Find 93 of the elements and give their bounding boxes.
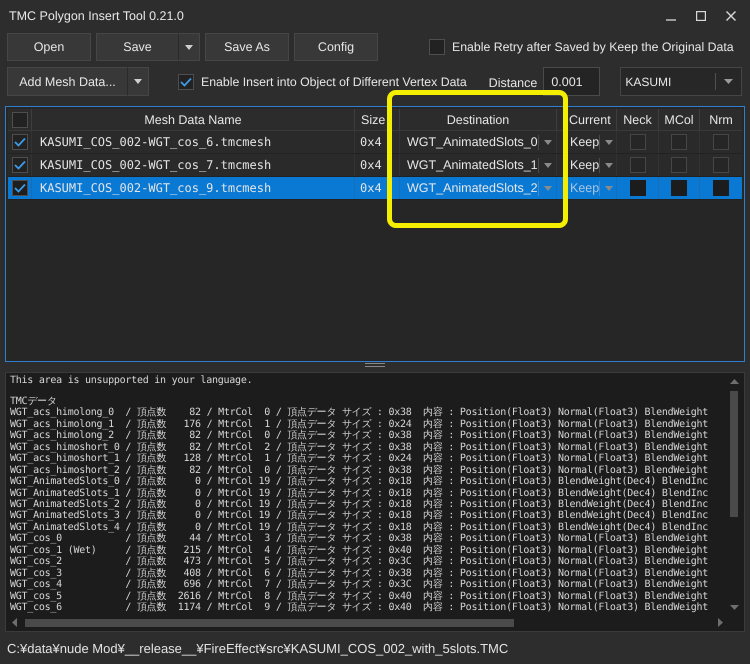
caret-icon [605, 162, 614, 168]
log-line: WGT_acs_himoshort_0 / 頂点数 82 / MtrCol 2 / 頂点データ サイズ : 0x38 内容 : Position(Float3) Normal(Float3) BlendWeight [10, 442, 708, 454]
scrollbar-thumb[interactable] [730, 391, 738, 517]
checkbox[interactable] [671, 134, 687, 150]
checkbox[interactable] [12, 112, 28, 128]
table-cell: 0x4 [360, 181, 382, 195]
close-icon[interactable] [726, 11, 736, 21]
toolbar-button[interactable]: Open [7, 33, 91, 61]
log-line: WGT_cos_4 / 頂点数 696 / MtrCol 7 / 頂点データ サイズ : 0x3C 内容 : Position(Float3) Normal(Float3) BlendWeight [10, 579, 708, 590]
log-line: WGT_cos_1 (Wet) / 頂点数 215 / MtrCol 4 / 頂点データ サイズ : 0x40 内容 : Position(Float3) Normal(Float3) BlendWeight [10, 544, 708, 556]
caret-icon [544, 140, 552, 144]
caret-icon [605, 186, 614, 190]
window-title: TMC Polygon Insert Tool 0.21.0 [9, 9, 184, 23]
log-line: WGT_AnimatedSlots_3 / 頂点数 0 / MtrCol 19 / 頂点データ サイズ : 0x18 内容 : Position(Float3) BlendWeight(Dec4) BlendInc [10, 510, 708, 522]
checkbox[interactable] [12, 180, 28, 196]
scroll-up-icon[interactable] [730, 379, 738, 384]
current-dropdown[interactable]: Keep [557, 154, 618, 176]
log-line: WGT_cos_3 / 頂点数 408 / MtrCol 6 / 頂点データ サイズ : 0x38 内容 : Position(Float3) Normal(Float3) BlendWeight [10, 568, 708, 579]
column-header[interactable]: Size [361, 112, 386, 126]
log-line: WGT_AnimatedSlots_0 / 頂点数 0 / MtrCol 19 / 頂点データ サイズ : 0x18 内容 : Position(Float3) BlendWeight(Dec4) BlendInc [10, 476, 708, 488]
caret-icon [544, 162, 552, 168]
caret-icon [185, 44, 193, 50]
checkbox[interactable] [630, 180, 646, 196]
checkmark-icon [14, 183, 26, 193]
log-line: WGT_acs_himolong_0 / 頂点数 82 / MtrCol 0 / 頂点データ サイズ : 0x38 内容 : Position(Float3) Normal(Float3) BlendWeight [10, 407, 708, 418]
dropdown-button[interactable] [178, 33, 200, 61]
checkbox[interactable] [429, 39, 445, 55]
log-line: WGT_acs_himolong_2 / 頂点数 82 / MtrCol 0 / 頂点データ サイズ : 0x38 内容 : Position(Float3) Normal(Float3) BlendWeight [10, 430, 708, 442]
checkbox[interactable] [713, 134, 729, 150]
column-header[interactable]: Neck [623, 112, 652, 126]
checkbox[interactable] [630, 157, 646, 173]
status-path: C:¥data¥nude Mod¥__release__¥FireEffect¥src¥KASUMI_COS_002_with_5slots.TMC [7, 640, 508, 656]
checkbox[interactable] [12, 134, 28, 150]
destination-dropdown[interactable]: WGT_AnimatedSlots_1 [400, 154, 557, 176]
log-line: WGT_cos_0 / 頂点数 44 / MtrCol 3 / 頂点データ サイズ : 0x38 内容 : Position(Float3) Normal(Float3) BlendWeight [10, 533, 708, 544]
table-row[interactable]: KASUMI_COS_002-WGT_cos_9.tmcmesh 0x4 WGT_AnimatedSlots_2 Keep [8, 177, 742, 200]
log-line: WGT_AnimatedSlots_4 / 頂点数 0 / MtrCol 19 / 頂点データ サイズ : 0x18 内容 : Position(Float3) BlendWeight(Dec4) BlendInc [10, 522, 708, 534]
log-line: WGT_acs_himoshort_2 / 頂点数 82 / MtrCol 0 / 頂点データ サイズ : 0x38 内容 : Position(Float3) Normal(Float3) BlendWeight [10, 464, 708, 476]
table-cell: KASUMI_COS_002-WGT_cos_9.tmcmesh [40, 181, 272, 195]
table-cell: 0x4 [360, 135, 382, 149]
column-header[interactable]: Destination [446, 112, 510, 126]
minimize-icon[interactable] [666, 19, 676, 21]
column-header[interactable]: MCol [664, 112, 694, 126]
checkbox[interactable] [713, 180, 729, 196]
caret-icon [605, 140, 614, 144]
splitter-grip-icon[interactable] [365, 363, 385, 367]
caret-icon [544, 186, 552, 190]
checkmark-icon [14, 137, 26, 147]
log-line: WGT_AnimatedSlots_2 / 頂点数 0 / MtrCol 19 / 頂点データ サイズ : 0x18 内容 : Position(Float3) BlendWeight(Dec4) BlendInc [10, 499, 708, 510]
log-heading: TMCデータ [10, 396, 57, 407]
dropdown-button[interactable] [127, 67, 149, 96]
checkbox[interactable] [178, 74, 194, 90]
scroll-left-icon[interactable] [12, 618, 17, 627]
scrollbar-thumb[interactable] [25, 618, 514, 626]
checkmark-icon [14, 160, 26, 170]
checkbox[interactable] [713, 157, 729, 173]
distance-field[interactable]: 0.001 [543, 67, 600, 96]
checkmark-icon [180, 76, 192, 86]
checkbox-label[interactable]: Enable Insert into Object of Different Vertex Data [201, 74, 467, 88]
log-line: WGT_cos_5 / 頂点数 2616 / MtrCol 8 / 頂点データ サイズ : 0x40 内容 : Position(Float3) Normal(Float3) BlendWeight [10, 590, 708, 602]
caret-icon [724, 79, 734, 84]
distance-label: Distance [488, 76, 538, 90]
column-header[interactable]: Nrm [709, 112, 733, 126]
current-dropdown[interactable]: Keep [557, 131, 618, 153]
table-row[interactable]: KASUMI_COS_002-WGT_cos_7.tmcmesh 0x4 WGT_AnimatedSlots_1 Keep [8, 154, 742, 177]
toolbar-button[interactable]: Save [96, 33, 178, 61]
checkbox[interactable] [671, 157, 687, 173]
checkbox[interactable] [12, 157, 28, 173]
checkbox[interactable] [671, 180, 687, 196]
checkbox-label[interactable]: Enable Retry after Saved by Keep the Original Data [452, 40, 734, 54]
destination-dropdown[interactable]: WGT_AnimatedSlots_0 [400, 131, 557, 153]
column-header[interactable]: Current [569, 112, 611, 126]
caret-icon [134, 79, 142, 84]
log-line: WGT_cos_6 / 頂点数 1174 / MtrCol 9 / 頂点データ サイズ : 0x40 内容 : Position(Float3) Normal(Float3) BlendWeight [10, 602, 708, 614]
checkbox[interactable] [630, 134, 646, 150]
log-line: WGT_cos_2 / 頂点数 473 / MtrCol 5 / 頂点データ サイズ : 0x3C 内容 : Position(Float3) Normal(Float3) BlendWeight [10, 556, 708, 568]
log-line: WGT_acs_himoshort_1 / 頂点数 128 / MtrCol 1 / 頂点データ サイズ : 0x24 内容 : Position(Float3) Normal(Float3) BlendWeight [10, 453, 708, 464]
log-line: WGT_AnimatedSlots_1 / 頂点数 0 / MtrCol 19 / 頂点データ サイズ : 0x18 内容 : Position(Float3) BlendWeight(Dec4) BlendInc [10, 488, 708, 499]
log-line: WGT_acs_himolong_1 / 頂点数 176 / MtrCol 1 / 頂点データ サイズ : 0x24 内容 : Position(Float3) Normal(Float3) BlendWeight [10, 418, 708, 430]
add-mesh-button[interactable]: Add Mesh Data... [7, 67, 127, 96]
table-row[interactable]: KASUMI_COS_002-WGT_cos_6.tmcmesh 0x4 WGT_AnimatedSlots_0 Keep [8, 131, 742, 154]
column-header[interactable]: Mesh Data Name [144, 112, 242, 126]
toolbar-button[interactable]: Save As [205, 33, 289, 61]
table-cell: 0x4 [360, 158, 382, 172]
destination-dropdown[interactable]: WGT_AnimatedSlots_2 [400, 177, 557, 199]
toolbar-button[interactable]: Config [294, 33, 378, 61]
maximize-icon[interactable] [696, 11, 706, 21]
table-cell: KASUMI_COS_002-WGT_cos_6.tmcmesh [40, 135, 272, 149]
log-notice: This area is unsupported in your language. [10, 375, 252, 386]
scroll-right-icon[interactable] [718, 618, 723, 627]
character-dropdown[interactable]: KASUMI [620, 67, 742, 96]
table-cell: KASUMI_COS_002-WGT_cos_7.tmcmesh [40, 158, 272, 172]
scroll-down-icon[interactable] [730, 605, 738, 610]
